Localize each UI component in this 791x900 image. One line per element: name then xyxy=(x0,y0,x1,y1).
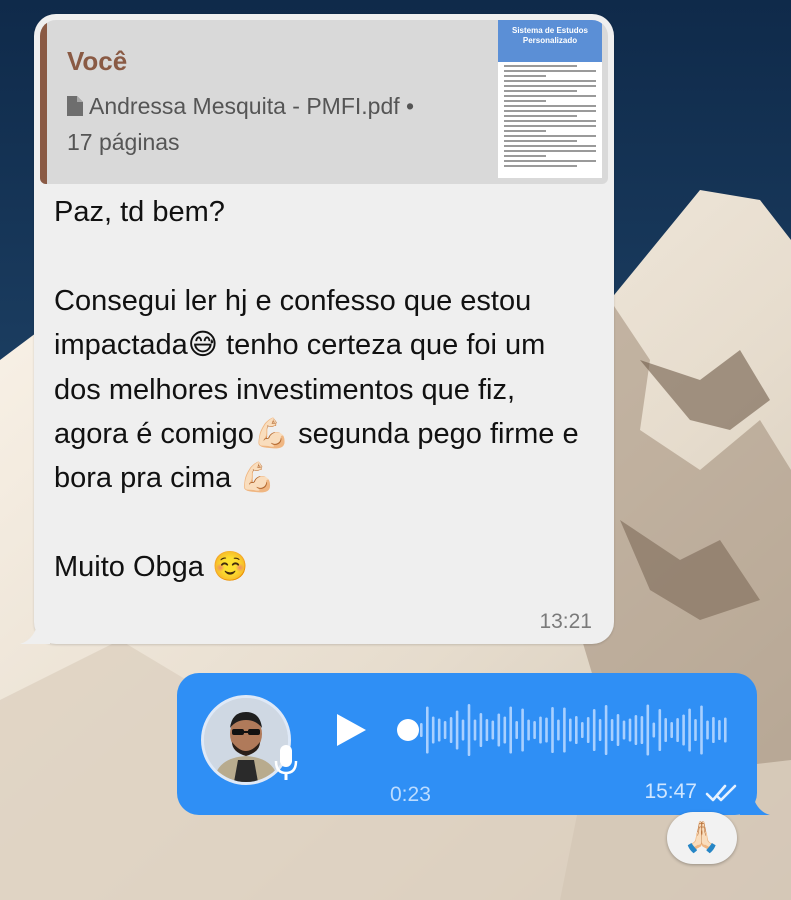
waveform-bar xyxy=(640,716,644,744)
double-check-icon xyxy=(705,784,737,802)
outgoing-voice-message[interactable]: 0:23 15:47 xyxy=(177,673,770,815)
waveform-bar xyxy=(539,716,542,744)
waveform-bar xyxy=(652,722,656,738)
waveform-bar xyxy=(443,721,447,739)
waveform-bar xyxy=(718,720,721,740)
waveform-bar xyxy=(551,707,554,753)
waveform-bar xyxy=(509,706,512,754)
waveform-bar xyxy=(712,717,715,743)
waveform-bar xyxy=(420,723,423,737)
waveform-bar xyxy=(527,719,530,741)
waveform-bar xyxy=(676,718,679,742)
audio-waveform[interactable] xyxy=(420,703,730,757)
waveform-bar xyxy=(479,713,483,747)
voice-duration: 0:23 xyxy=(390,783,431,806)
reply-accent-bar xyxy=(40,20,47,184)
waveform-bar xyxy=(634,715,638,745)
waveform-bar xyxy=(694,719,697,741)
waveform-bar xyxy=(670,722,673,738)
waveform-bar xyxy=(706,720,709,740)
waveform-bar xyxy=(628,718,632,742)
waveform-bar xyxy=(646,704,650,756)
waveform-bar xyxy=(455,710,459,750)
waveform-bar xyxy=(658,709,662,751)
message-timestamp: 15:47 xyxy=(644,780,697,803)
waveform-bar xyxy=(431,716,435,744)
waveform-bar xyxy=(592,709,596,751)
waveform-bar xyxy=(467,704,471,756)
waveform-bar xyxy=(598,719,602,741)
document-icon xyxy=(67,96,83,116)
waveform-bar xyxy=(545,717,548,743)
bubble-tail-icon xyxy=(740,793,770,815)
waveform-bar xyxy=(563,707,566,753)
reply-file-info: Andressa Mesquita - PMFI.pdf • 17 página… xyxy=(67,88,487,160)
playback-scrubber[interactable] xyxy=(397,719,419,741)
pdf-thumbnail[interactable]: Sistema de Estudos Personalizado xyxy=(498,20,602,178)
waveform-bar xyxy=(461,719,465,741)
waveform-bar xyxy=(497,713,501,747)
quoted-reply-card[interactable]: Você Andressa Mesquita - PMFI.pdf • 17 p… xyxy=(40,20,608,184)
waveform-bar xyxy=(616,714,620,746)
message-text: Paz, td bem? Consegui ler hj e confesso … xyxy=(54,196,579,584)
waveform-bar xyxy=(700,705,703,755)
waveform-bar xyxy=(449,717,453,743)
waveform-bar xyxy=(622,720,626,740)
microphone-icon xyxy=(274,745,298,780)
waveform-bar xyxy=(569,718,572,742)
play-icon[interactable] xyxy=(335,713,367,747)
waveform-bar xyxy=(503,716,507,744)
waveform-bar xyxy=(575,716,578,744)
waveform-bar xyxy=(521,708,524,752)
waveform-bar xyxy=(473,719,477,741)
waveform-bar xyxy=(688,708,691,752)
waveform-bar xyxy=(533,721,536,739)
waveform-bar xyxy=(426,706,429,754)
waveform-bar xyxy=(581,722,584,738)
waveform-bar xyxy=(682,714,685,746)
reply-file-name: Andressa Mesquita - PMFI.pdf • xyxy=(89,93,415,119)
incoming-message-bubble[interactable]: Você Andressa Mesquita - PMFI.pdf • 17 p… xyxy=(20,14,614,644)
pdf-thumbnail-title: Sistema de Estudos Personalizado xyxy=(498,20,602,62)
bubble-tail-icon xyxy=(20,622,50,644)
reply-page-count: 17 páginas xyxy=(67,129,180,155)
waveform-bar xyxy=(610,719,614,741)
waveform-bar xyxy=(724,717,727,743)
reaction-badge[interactable]: 🙏🏻 xyxy=(667,812,737,864)
waveform-bar xyxy=(515,721,518,739)
waveform-bar xyxy=(604,705,608,755)
waveform-bar xyxy=(664,718,667,742)
waveform-bar xyxy=(586,717,590,743)
waveform-bar xyxy=(437,718,441,742)
waveform-bar xyxy=(485,719,489,741)
waveform-bar xyxy=(491,720,495,740)
reply-sender-name: Você xyxy=(67,46,128,76)
message-timestamp: 13:21 xyxy=(539,610,592,633)
waveform-bar xyxy=(557,719,560,741)
